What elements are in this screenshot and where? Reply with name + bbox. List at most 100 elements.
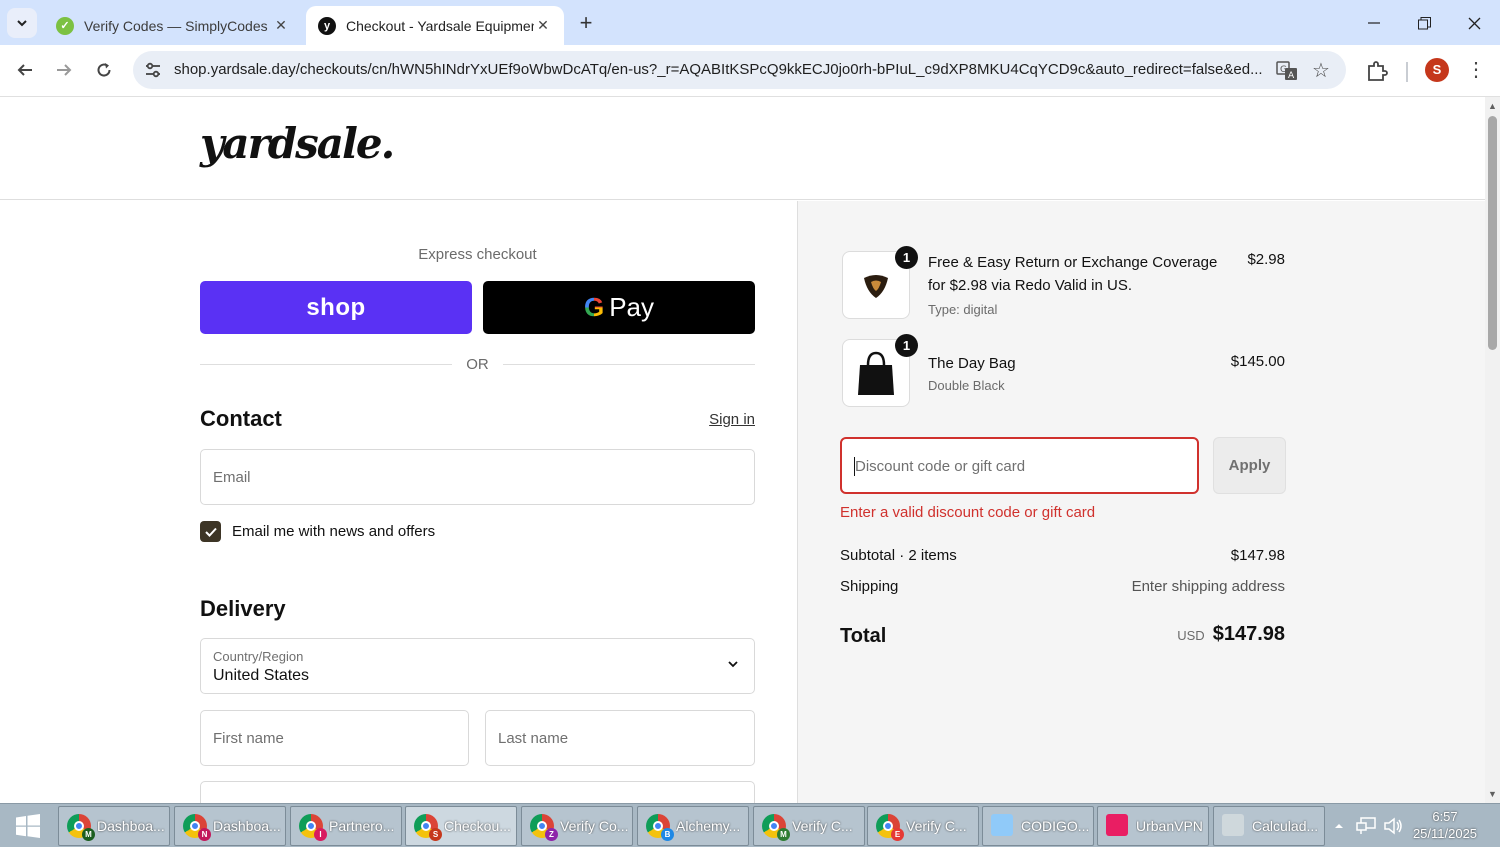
apply-discount-button[interactable]: Apply xyxy=(1213,437,1286,494)
bookmark-star-icon[interactable]: ☆ xyxy=(1312,58,1330,83)
store-header: yardsale. xyxy=(0,97,1485,200)
chrome-icon: Z xyxy=(530,814,558,841)
minimize-button[interactable] xyxy=(1354,8,1394,38)
scroll-down-arrow-icon[interactable]: ▼ xyxy=(1488,789,1497,799)
newsletter-checkbox[interactable] xyxy=(200,521,221,542)
site-info-icon[interactable] xyxy=(143,60,163,80)
discount-placeholder: Discount code or gift card xyxy=(855,458,1026,475)
scrollbar-thumb[interactable] xyxy=(1488,116,1497,350)
address-field[interactable] xyxy=(200,781,755,803)
taskbar-item[interactable]: CODIGO... xyxy=(982,806,1094,846)
system-clock[interactable]: 6:57 25/11/2025 xyxy=(1410,808,1480,842)
or-divider-text: OR xyxy=(466,356,489,373)
close-tab-icon[interactable]: ✕ xyxy=(534,17,552,34)
start-button[interactable] xyxy=(6,810,50,842)
taskbar-item[interactable]: N Dashboa... xyxy=(174,806,286,846)
taskbar-item[interactable]: I Partnero... xyxy=(290,806,402,846)
close-window-button[interactable] xyxy=(1454,8,1494,38)
page-scrollbar[interactable]: ▲ ▼ xyxy=(1485,97,1500,803)
taskbar-item[interactable]: B Alchemy... xyxy=(637,806,749,846)
chrome-icon: E xyxy=(876,814,904,841)
subtotal-value: $147.98 xyxy=(1230,547,1285,564)
taskbar-item[interactable]: M Verify C... xyxy=(753,806,865,846)
browser-menu-icon[interactable]: ⋮ xyxy=(1466,57,1486,82)
sign-in-link[interactable]: Sign in xyxy=(680,411,755,428)
calc-icon xyxy=(1222,814,1246,838)
new-tab-button[interactable]: + xyxy=(573,10,599,36)
first-name-field[interactable]: First name xyxy=(200,710,469,766)
discount-code-input[interactable]: Discount code or gift card xyxy=(840,437,1199,494)
minimize-icon xyxy=(1368,22,1380,24)
checkout-page: yardsale. Express checkout shop G Pay OR… xyxy=(0,97,1485,803)
translate-icon[interactable]: GA xyxy=(1276,60,1298,82)
tab-verify-codes[interactable]: ✓ Verify Codes — SimplyCodes ✕ xyxy=(44,6,302,45)
tab-search-button[interactable] xyxy=(7,8,37,38)
item-variant: Double Black xyxy=(928,378,1005,393)
checkout-form-column: Express checkout shop G Pay OR Contact S… xyxy=(0,201,797,803)
extensions-puzzle-icon[interactable] xyxy=(1365,59,1389,83)
back-button[interactable] xyxy=(10,55,40,85)
restore-button[interactable] xyxy=(1404,8,1444,38)
email-placeholder: Email xyxy=(213,469,251,486)
taskbar-item[interactable]: Z Verify Co... xyxy=(521,806,633,846)
forward-button[interactable] xyxy=(49,55,79,85)
vpn-icon xyxy=(1106,814,1130,838)
reload-icon xyxy=(97,63,111,77)
notepad-icon xyxy=(991,814,1015,838)
chrome-icon: M xyxy=(67,814,95,841)
taskbar-item-label: Alchemy... xyxy=(676,818,741,834)
restore-icon xyxy=(1417,16,1431,29)
address-bar[interactable]: shop.yardsale.day/checkouts/cn/hWN5hINdr… xyxy=(133,51,1346,89)
taskbar-item[interactable]: M Dashboa... xyxy=(58,806,170,846)
tab-strip: ✓ Verify Codes — SimplyCodes ✕ y Checkou… xyxy=(0,0,1500,45)
toolbar-separator xyxy=(1406,62,1408,82)
show-hidden-icons[interactable] xyxy=(1333,804,1345,847)
profile-badge: E xyxy=(891,828,904,841)
yardsale-logo[interactable]: yardsale. xyxy=(200,119,395,168)
taskbar-item[interactable]: E Verify C... xyxy=(867,806,979,846)
item-price: $2.98 xyxy=(1247,251,1285,268)
total-value: $147.98 xyxy=(1212,623,1285,645)
network-icon[interactable] xyxy=(1356,804,1376,847)
chrome-icon: S xyxy=(414,814,442,841)
chrome-icon: N xyxy=(183,814,211,841)
reload-button[interactable] xyxy=(89,55,119,85)
vpn-app-icon xyxy=(1106,814,1128,836)
browser-toolbar: shop.yardsale.day/checkouts/cn/hWN5hINdr… xyxy=(0,45,1500,97)
divider xyxy=(503,364,755,365)
clock-time: 6:57 xyxy=(1432,809,1458,824)
taskbar-item-label: Calculad... xyxy=(1252,818,1319,834)
profile-avatar[interactable]: S xyxy=(1425,58,1449,82)
total-amount: USD $147.98 xyxy=(1177,623,1285,646)
item-name-line: for $2.98 via Redo Valid in US. xyxy=(928,277,1133,294)
tab-checkout[interactable]: y Checkout - Yardsale Equipment ✕ xyxy=(306,6,564,45)
taskbar-item-label: Checkou... xyxy=(444,818,511,834)
last-name-placeholder: Last name xyxy=(498,730,569,747)
last-name-field[interactable]: Last name xyxy=(485,710,755,766)
profile-badge: M xyxy=(777,828,790,841)
quantity-badge: 1 xyxy=(895,334,918,357)
taskbar-item-label: Verify C... xyxy=(792,818,853,834)
close-tab-icon[interactable]: ✕ xyxy=(272,17,290,34)
volume-icon[interactable] xyxy=(1383,804,1403,847)
scroll-up-arrow-icon[interactable]: ▲ xyxy=(1488,101,1497,111)
taskbar-item[interactable]: S Checkou... xyxy=(405,806,517,846)
clock-date: 25/11/2025 xyxy=(1412,826,1478,841)
shop-pay-button[interactable]: shop xyxy=(200,281,472,334)
email-field[interactable]: Email xyxy=(200,449,755,505)
chevron-down-icon xyxy=(728,661,738,668)
svg-text:A: A xyxy=(1288,71,1295,81)
taskbar-item-label: Verify C... xyxy=(906,818,967,834)
taskbar-item[interactable]: Calculad... xyxy=(1213,806,1325,846)
google-pay-button[interactable]: G Pay xyxy=(483,281,755,334)
contact-heading: Contact xyxy=(200,406,282,431)
item-name: The Day Bag xyxy=(928,355,1016,372)
taskbar-item-label: CODIGO... xyxy=(1021,818,1090,834)
back-arrow-icon xyxy=(17,64,32,76)
taskbar-item[interactable]: UrbanVPN xyxy=(1097,806,1209,846)
express-checkout-label: Express checkout xyxy=(418,246,537,263)
url-text[interactable]: shop.yardsale.day/checkouts/cn/hWN5hINdr… xyxy=(174,61,1264,78)
country-select[interactable]: Country/Region United States xyxy=(200,638,755,694)
tab-title: Checkout - Yardsale Equipment xyxy=(346,17,534,34)
close-icon xyxy=(1468,17,1480,29)
